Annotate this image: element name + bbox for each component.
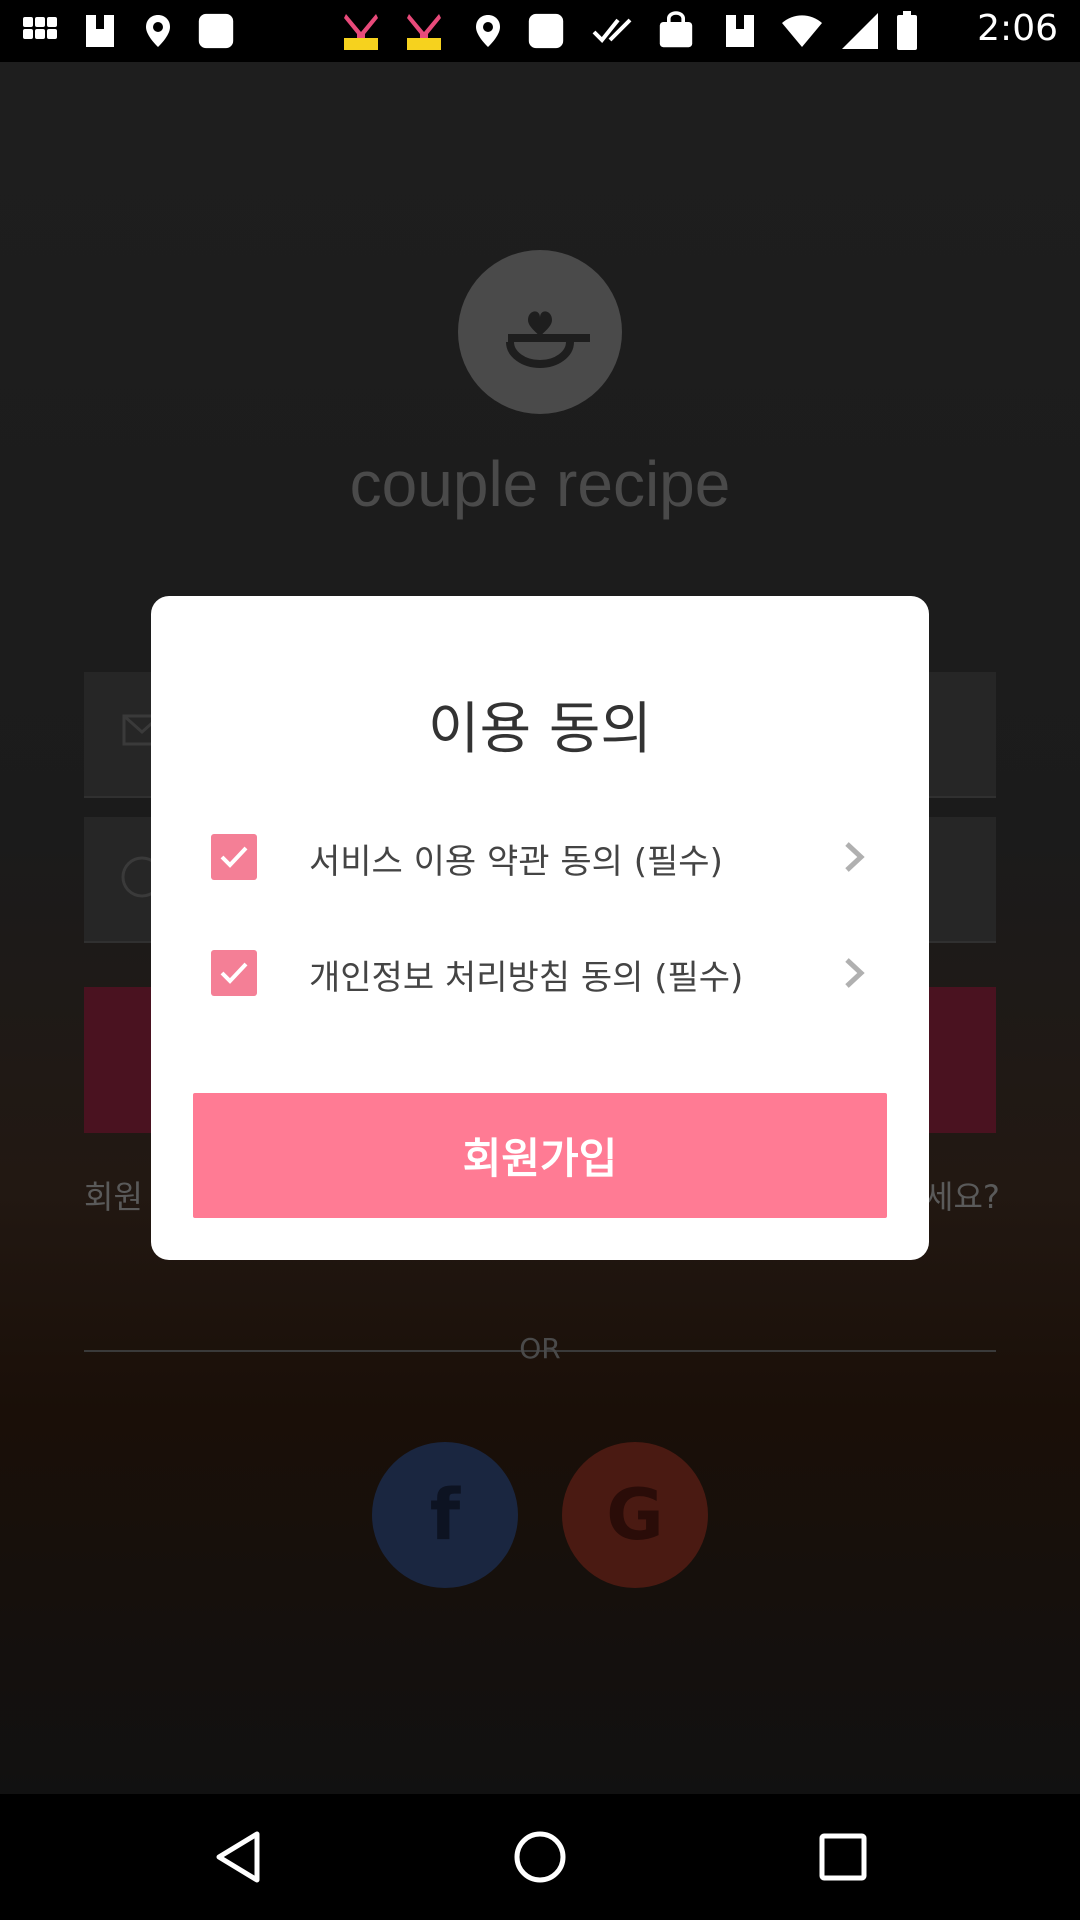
photos-icon: [22, 13, 58, 49]
back-icon[interactable]: [198, 1817, 278, 1897]
signal-icon: [840, 13, 880, 49]
terms-of-service-label: 서비스 이용 약관 동의 (필수): [309, 842, 723, 882]
app-logo-icon: [458, 250, 622, 414]
battery-icon: [895, 11, 919, 50]
check-icon: [592, 13, 636, 49]
signup-button[interactable]: 회원가입: [193, 1093, 887, 1218]
facebook-icon: f: [429, 1474, 461, 1556]
signup-link[interactable]: 회원: [84, 1172, 143, 1218]
status-time: 2:06: [977, 8, 1058, 49]
bag-icon: [658, 11, 694, 49]
google-login-button[interactable]: G: [562, 1442, 708, 1588]
app-icon: [528, 13, 564, 49]
chevron-right-icon[interactable]: [839, 840, 869, 874]
app-logo-text: couple recipe: [349, 448, 731, 520]
wifi-icon: [780, 13, 824, 49]
terms-of-service-checkbox[interactable]: [211, 834, 257, 880]
kpop-icon: [403, 13, 445, 50]
recents-icon[interactable]: [803, 1817, 883, 1897]
location-icon: [140, 13, 176, 49]
home-icon[interactable]: [500, 1817, 580, 1897]
dialog-title: 이용 동의: [428, 697, 652, 762]
google-icon: G: [606, 1474, 664, 1556]
kpop-icon: [340, 13, 382, 50]
chevron-right-icon[interactable]: [839, 956, 869, 990]
terms-of-service-row[interactable]: 서비스 이용 약관 동의 (필수): [211, 826, 891, 886]
forgot-password-link[interactable]: 세요?: [924, 1172, 1000, 1218]
privacy-policy-label: 개인정보 처리방침 동의 (필수): [309, 958, 744, 998]
privacy-policy-row[interactable]: 개인정보 처리방침 동의 (필수): [211, 942, 891, 1002]
app-icon: [198, 13, 234, 49]
or-label: OR: [519, 1332, 561, 1365]
navigation-bar: [0, 1794, 1080, 1920]
terms-agreement-dialog: 이용 동의 서비스 이용 약관 동의 (필수) 개인정보 처리방침 동의 (필수…: [151, 596, 929, 1260]
status-bar: 2:06: [0, 0, 1080, 62]
store-icon: [722, 13, 758, 49]
location-icon: [470, 13, 506, 49]
facebook-login-button[interactable]: f: [372, 1442, 518, 1588]
privacy-policy-checkbox[interactable]: [211, 950, 257, 996]
store-icon: [82, 13, 118, 49]
